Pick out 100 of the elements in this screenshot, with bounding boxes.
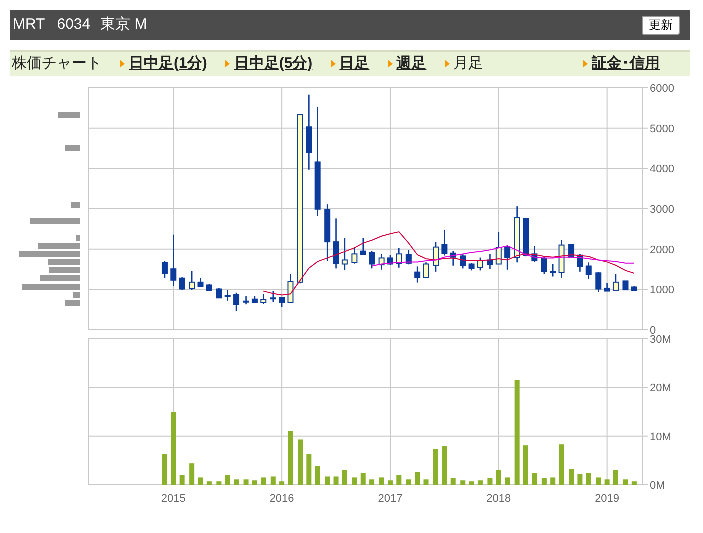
candlestick (288, 274, 294, 304)
period-tab[interactable]: 日中足(5分) (234, 52, 313, 76)
volume-bar (234, 480, 240, 485)
candlestick (333, 218, 340, 269)
candlestick (324, 204, 331, 262)
volume-bar (325, 476, 330, 485)
candlestick (234, 292, 240, 312)
volume-bar (632, 482, 637, 485)
period-tab[interactable]: 月足 (454, 52, 484, 76)
period-tab[interactable]: 日中足(1分) (129, 52, 208, 76)
volume-bar (604, 480, 610, 485)
candlestick (198, 278, 204, 288)
volume-bar (225, 475, 230, 485)
volume-bar (288, 430, 294, 485)
volume-bar (298, 440, 303, 485)
axis-label: 0 (650, 325, 656, 334)
volume-bar (613, 470, 618, 485)
candlestick (387, 255, 394, 266)
candlestick (369, 251, 376, 269)
axis-label: 30M (650, 335, 672, 346)
volume-bar (162, 454, 168, 485)
candlestick (523, 218, 529, 257)
candlestick (352, 248, 358, 264)
volume-bar (280, 482, 285, 485)
volume-bar (370, 480, 375, 485)
volume-bar (596, 478, 602, 485)
volume-bar (488, 478, 493, 485)
axis-label: 5000 (650, 123, 674, 136)
volume-bar (434, 449, 438, 485)
axis-label: 1000 (650, 284, 674, 297)
volume-bar (460, 480, 466, 485)
candlestick (568, 244, 575, 258)
ticker-symbol: MRT (13, 14, 46, 35)
candlestick (433, 242, 439, 272)
candlestick (450, 251, 456, 266)
candlestick (414, 266, 421, 283)
axis-label: 10M (650, 431, 672, 444)
candlestick (596, 272, 602, 292)
volume-bar (315, 466, 320, 485)
candlestick (216, 288, 222, 299)
market-name: 東京 M (100, 14, 148, 35)
candlestick (496, 232, 502, 265)
volume-bar (406, 480, 412, 485)
refresh-button[interactable]: 更新 (642, 16, 680, 34)
axis-label: 3000 (650, 204, 674, 216)
volume-bar (550, 478, 556, 485)
volume-bar (450, 478, 456, 485)
candlestick (460, 254, 466, 269)
candlestick (360, 238, 366, 256)
axis-label: 2018 (486, 493, 512, 505)
volume-bar (190, 464, 195, 485)
candlestick (558, 240, 565, 278)
candlestick (342, 238, 348, 270)
volume-bar (469, 482, 474, 485)
candlestick (243, 296, 250, 305)
candlestick (577, 254, 584, 272)
volume-bar (198, 478, 204, 485)
volume-bar (569, 469, 574, 485)
axis-label: 6000 (650, 84, 674, 95)
period-tab[interactable]: 日足 (340, 52, 370, 76)
candlestick (631, 286, 638, 292)
candlestick (378, 254, 385, 270)
triangle-icon (225, 60, 230, 68)
volume-bar (542, 478, 547, 485)
volume-bar (206, 482, 212, 485)
candlestick (477, 258, 484, 271)
candlestick (189, 271, 196, 290)
candlestick (423, 262, 430, 278)
candlestick (586, 262, 592, 280)
volume-bar (559, 444, 564, 485)
candlestick (622, 280, 629, 291)
candlestick (406, 250, 412, 265)
candlestick (541, 256, 548, 274)
volume-bar (261, 478, 266, 485)
axis-label: 2016 (270, 493, 294, 505)
volume-bar (180, 475, 185, 485)
candlestick (396, 248, 402, 268)
candlestick (504, 245, 511, 270)
volume-bar (424, 480, 429, 485)
candlestick (468, 263, 475, 271)
candlestick (604, 283, 610, 292)
axis-label: 0M (650, 480, 666, 492)
volume-bar (388, 480, 393, 485)
volume-bar (334, 476, 339, 485)
volume-bar (505, 478, 510, 485)
margin-link[interactable]: 証金･信用 (592, 52, 660, 76)
volume-bar (360, 473, 366, 485)
triangle-icon (444, 60, 450, 68)
volume-bar (270, 476, 276, 485)
triangle-icon (120, 60, 125, 68)
candlestick (270, 291, 276, 302)
candlestick (532, 246, 538, 262)
candlestick (179, 278, 186, 290)
candlestick (260, 294, 267, 304)
period-tab[interactable]: 週足 (396, 52, 427, 76)
candlestick (514, 206, 520, 263)
volume-bar (396, 475, 402, 485)
triangle-icon (388, 60, 393, 68)
volume-bar (442, 446, 448, 485)
volume-bar (532, 473, 538, 485)
